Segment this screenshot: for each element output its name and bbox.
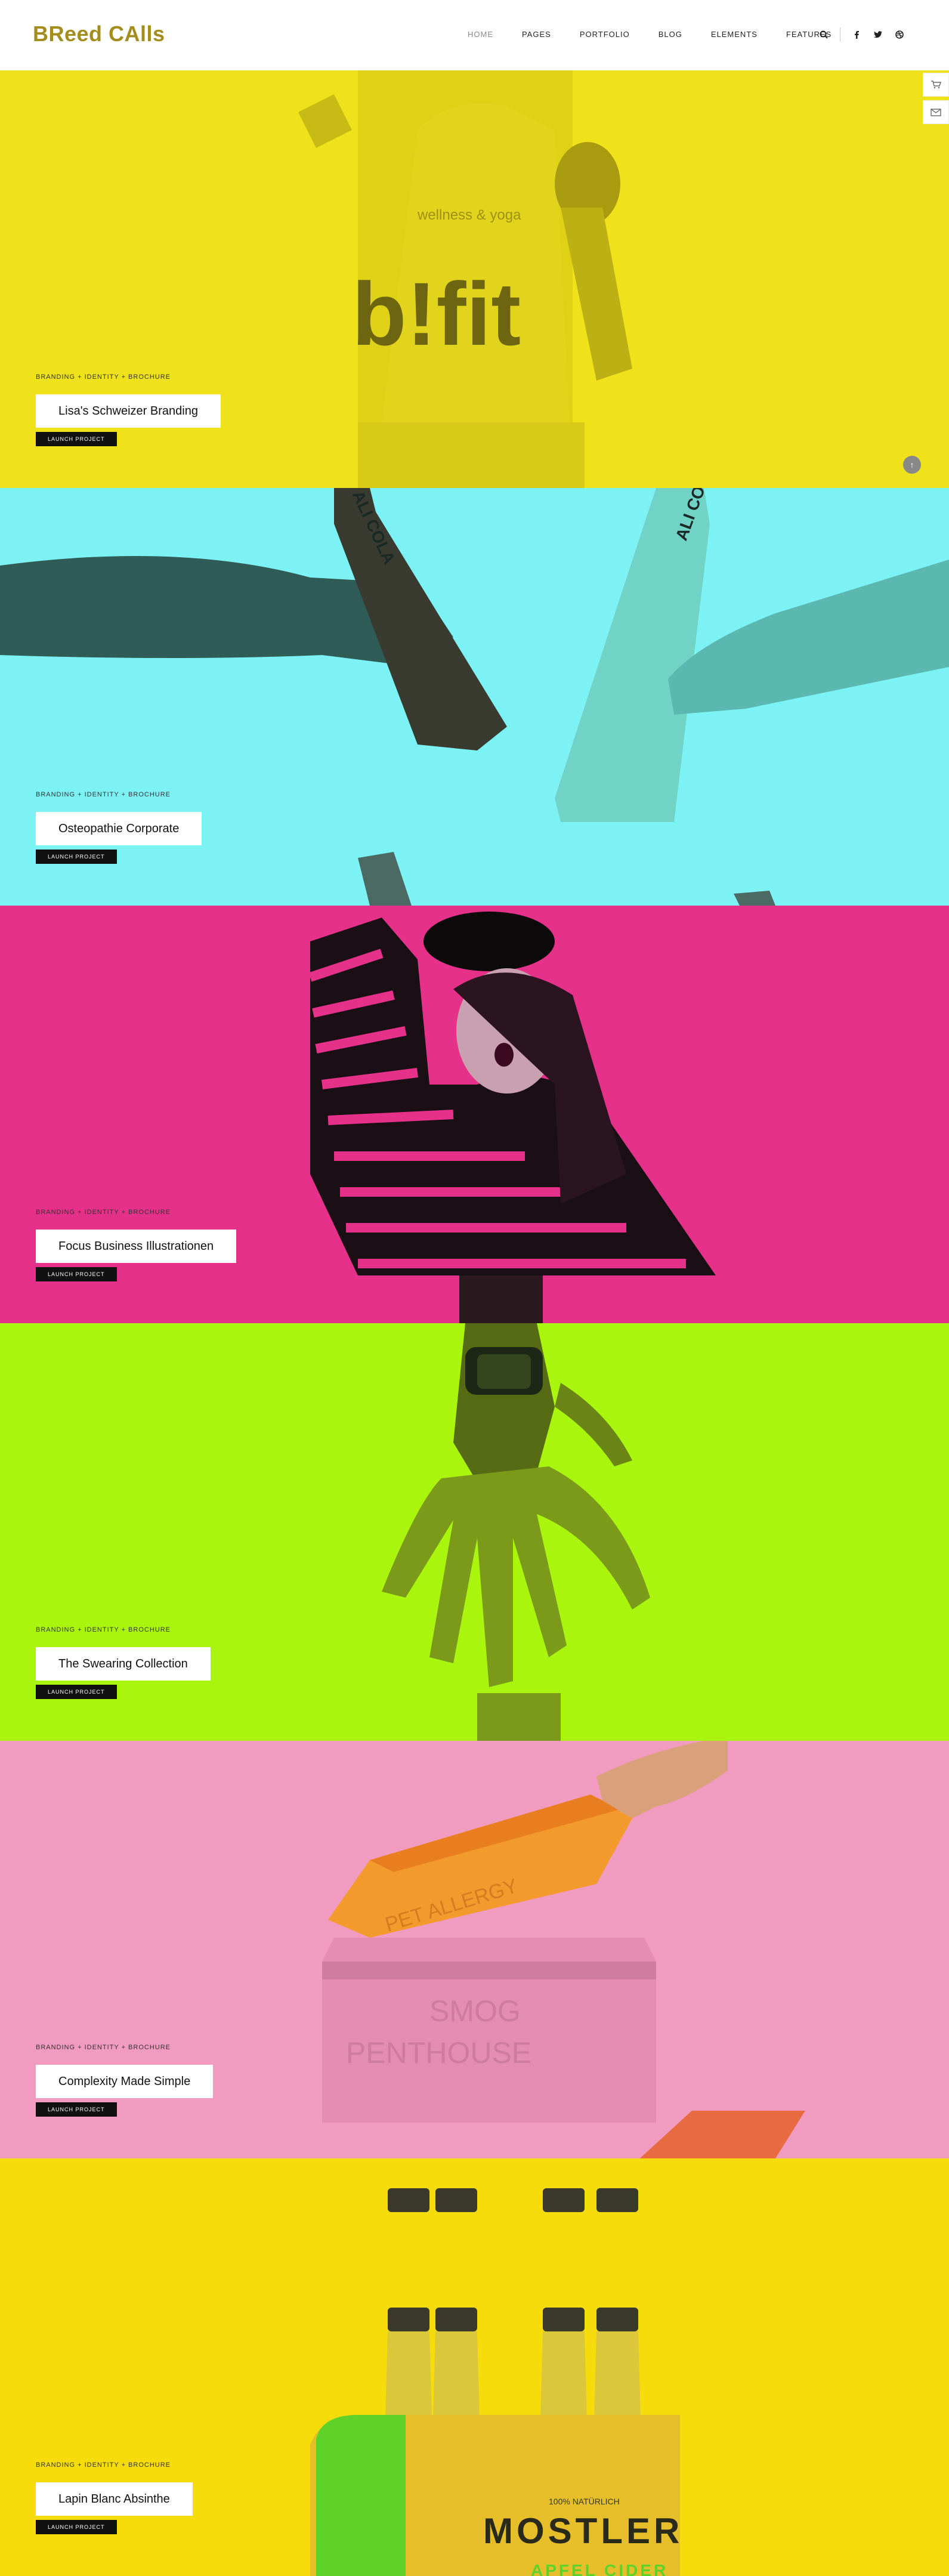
launch-project-button[interactable]: LAUNCH PROJECT [36,432,117,446]
project-title[interactable]: Osteopathie Corporate [36,812,202,845]
arrow-up-icon[interactable]: ↑ [903,456,921,474]
mail-icon[interactable] [923,100,949,124]
project-meta: BRANDING + IDENTITY + BROCHURE [36,373,171,381]
header-icons [817,27,906,42]
project-meta: BRANDING + IDENTITY + BROCHURE [36,2044,171,2051]
nav-blog[interactable]: BLOG [659,30,682,39]
project-meta: BRANDING + IDENTITY + BROCHURE [36,791,171,798]
project-title[interactable]: Lapin Blanc Absinthe [36,2482,193,2516]
project-meta: BRANDING + IDENTITY + BROCHURE [36,1626,171,1633]
svg-text:SMOG: SMOG [429,1994,521,2028]
project-title[interactable]: The Swearing Collection [36,1647,211,1681]
svg-text:100% NATÜRLICH: 100% NATÜRLICH [549,2496,620,2506]
project-title[interactable]: Lisa's Schweizer Branding [36,394,221,428]
cart-icon[interactable] [923,73,949,97]
site-header: BReed CAlls HOME PAGES PORTFOLIO BLOG EL… [0,0,949,70]
project-section-5: SMOG PENTHOUSE PET ALLERGY BRANDING + ID… [0,1741,949,2158]
svg-text:wellness & yoga: wellness & yoga [417,207,521,223]
nav-portfolio[interactable]: PORTFOLIO [580,30,630,39]
launch-project-button[interactable]: LAUNCH PROJECT [36,1685,117,1699]
facebook-icon[interactable] [850,28,863,41]
project-section-3: BRANDING + IDENTITY + BROCHURE Focus Bus… [0,906,949,1323]
svg-text:PENTHOUSE: PENTHOUSE [346,2036,531,2070]
nav-pages[interactable]: PAGES [522,30,551,39]
launch-project-button[interactable]: LAUNCH PROJECT [36,1267,117,1281]
launch-project-button[interactable]: LAUNCH PROJECT [36,850,117,864]
main-nav: HOME PAGES PORTFOLIO BLOG ELEMENTS FEATU… [468,30,860,39]
svg-text:b!fit: b!fit [352,264,521,364]
project-section-1: wellness & yoga b!fit BRANDING + IDENTIT… [0,70,949,488]
nav-elements[interactable]: ELEMENTS [711,30,758,39]
launch-project-button[interactable]: LAUNCH PROJECT [36,2520,117,2534]
twitter-icon[interactable] [871,28,885,41]
launch-project-button[interactable]: LAUNCH PROJECT [36,2102,117,2117]
svg-text:APFEL CIDER: APFEL CIDER [531,2561,668,2576]
project-title[interactable]: Focus Business Illustrationen [36,1230,237,1263]
dribbble-icon[interactable] [893,28,906,41]
side-tabs [923,73,949,128]
project-title[interactable]: Complexity Made Simple [36,2065,214,2098]
svg-text:MOSTLER: MOSTLER [483,2511,683,2551]
search-icon[interactable] [817,28,830,41]
nav-home[interactable]: HOME [468,30,493,39]
project-meta: BRANDING + IDENTITY + BROCHURE [36,1209,171,1216]
site-logo[interactable]: BReed CAlls [33,21,165,47]
project-section-2: ALI COLA ALI COLA BRANDING + IDENTITY + … [0,488,949,906]
project-meta: BRANDING + IDENTITY + BROCHURE [36,2461,171,2469]
project-section-4: BRANDING + IDENTITY + BROCHURE The Swear… [0,1323,949,1741]
project-section-6: 100% NATÜRLICH MOSTLER APFEL CIDER BRAND… [0,2158,949,2576]
